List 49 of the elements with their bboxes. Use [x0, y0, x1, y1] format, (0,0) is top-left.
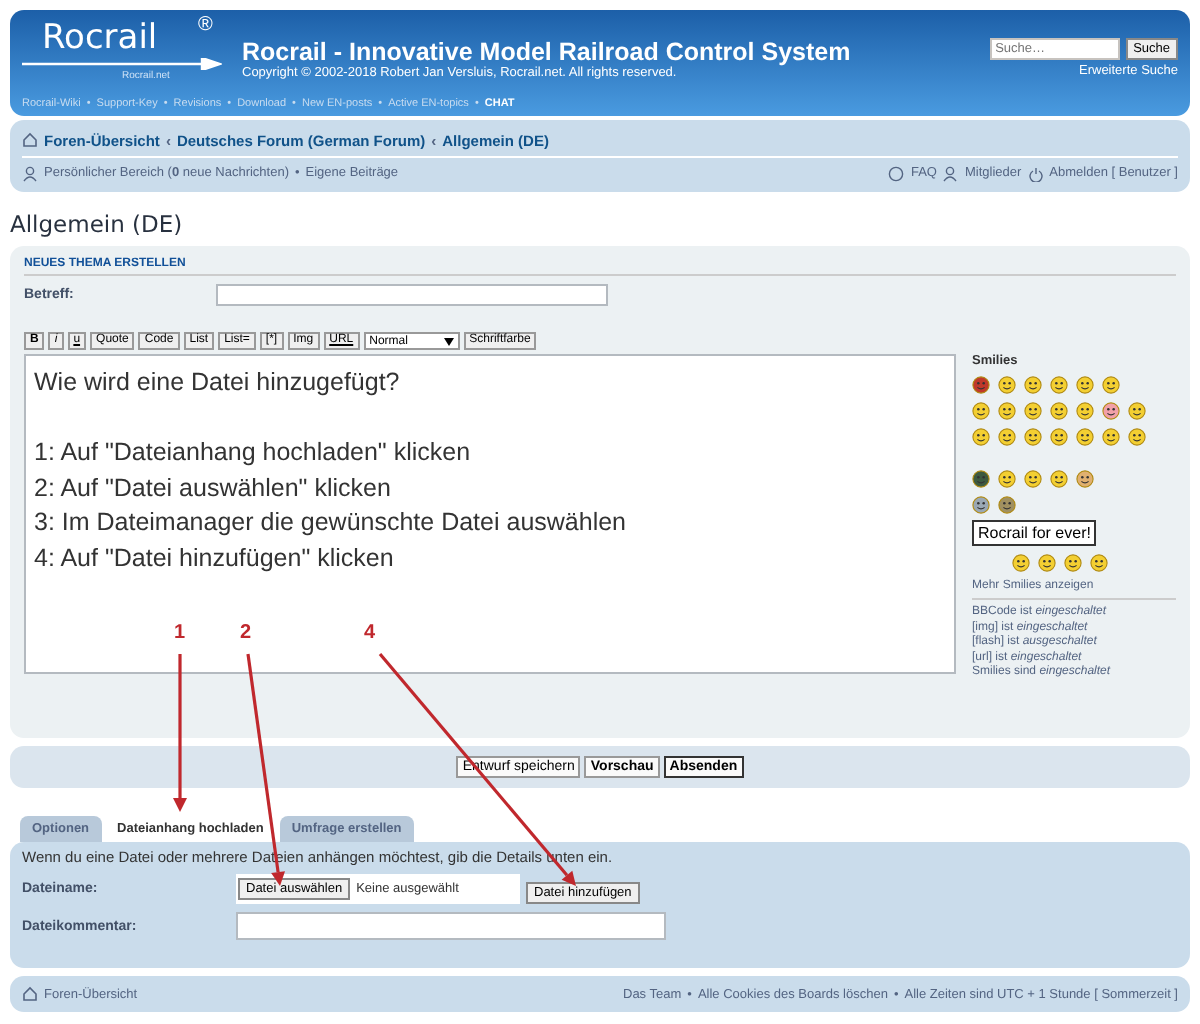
smiley-icon[interactable]	[1064, 554, 1082, 572]
smiley-icon[interactable]	[1038, 554, 1056, 572]
annotation-number: 4	[364, 622, 376, 644]
smiley-icon[interactable]	[1050, 470, 1068, 488]
smiley-icon[interactable]	[998, 402, 1016, 420]
smiley-icon[interactable]	[1128, 428, 1146, 446]
smiley-icon[interactable]	[1076, 402, 1094, 420]
smiley-icon[interactable]	[1102, 376, 1120, 394]
smiley-icon[interactable]	[1050, 376, 1068, 394]
smiley-icon[interactable]	[1102, 402, 1120, 420]
smiley-icon[interactable]	[1090, 554, 1108, 572]
page-title: Allgemein (DE)	[10, 210, 185, 238]
home-icon	[22, 986, 38, 1002]
smiley-icon[interactable]	[1050, 428, 1068, 446]
help-icon	[888, 165, 905, 181]
power-icon	[1027, 165, 1044, 181]
annotation-number: 2	[240, 622, 252, 644]
caret-icon	[443, 337, 454, 345]
smiley-icon[interactable]	[972, 376, 990, 394]
arrow-icon	[22, 58, 222, 70]
smiley-icon[interactable]	[972, 496, 990, 514]
smiley-icon[interactable]	[998, 470, 1016, 488]
smiley-icon[interactable]	[1024, 376, 1042, 394]
smiley-icon[interactable]	[1012, 554, 1030, 572]
logo-text: Rocrail	[42, 18, 158, 58]
smiley-icon[interactable]	[972, 402, 990, 420]
smiley-sign[interactable]: Rocrail for ever!	[972, 520, 1097, 546]
smiley-icon[interactable]	[1050, 402, 1068, 420]
smiley-icon[interactable]	[972, 428, 990, 446]
subject-field[interactable]	[216, 284, 608, 306]
smiley-icon[interactable]	[1024, 428, 1042, 446]
home-icon	[22, 132, 38, 148]
smiley-icon[interactable]	[1076, 376, 1094, 394]
smiley-icon[interactable]	[1024, 470, 1042, 488]
registered-mark: ®	[198, 14, 213, 36]
smiley-icon[interactable]	[1076, 470, 1094, 488]
smiley-icon[interactable]	[998, 496, 1016, 514]
smiley-icon[interactable]	[998, 376, 1016, 394]
smiley-icon[interactable]	[1102, 428, 1120, 446]
comment-field[interactable]	[236, 912, 666, 940]
smiley-icon[interactable]	[998, 428, 1016, 446]
user-icon	[22, 165, 38, 181]
smiley-icon[interactable]	[1128, 402, 1146, 420]
smiley-icon[interactable]	[1076, 428, 1094, 446]
smiley-icon[interactable]	[972, 470, 990, 488]
site-title: Rocrail - Innovative Model Railroad Control System	[242, 37, 853, 65]
smiley-icon[interactable]	[1024, 402, 1042, 420]
annotation-number: 1	[174, 622, 186, 644]
users-icon	[942, 165, 959, 181]
